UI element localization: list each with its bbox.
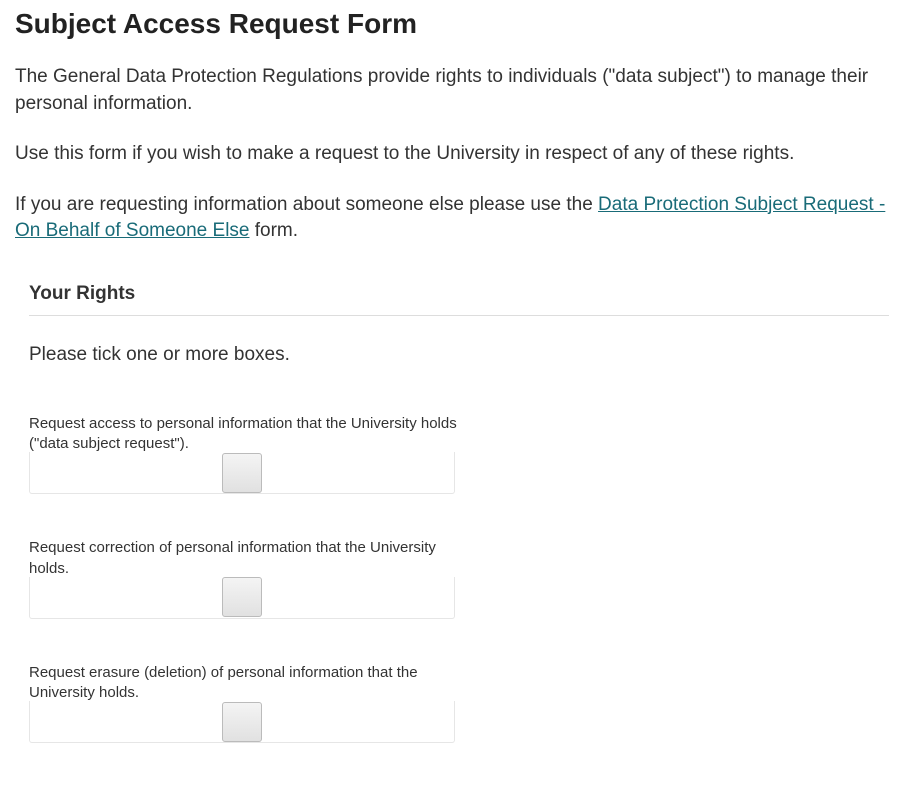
field-input-row <box>29 452 455 494</box>
field-input-row <box>29 701 455 743</box>
section-description: Please tick one or more boxes. <box>29 344 889 366</box>
checkbox-request-correction[interactable] <box>222 577 262 617</box>
field-label: Request erasure (deletion) of personal i… <box>29 663 469 704</box>
field-request-access: Request access to personal information t… <box>29 414 469 495</box>
intro-paragraph-1: The General Data Protection Regulations … <box>15 64 889 117</box>
field-label: Request access to personal information t… <box>29 414 469 455</box>
checkbox-request-access[interactable] <box>222 453 262 493</box>
intro-p3-prefix: If you are requesting information about … <box>15 194 598 215</box>
section-title: Your Rights <box>29 283 889 316</box>
intro-paragraph-2: Use this form if you wish to make a requ… <box>15 141 889 168</box>
your-rights-section: Your Rights Please tick one or more boxe… <box>15 283 889 744</box>
field-input-row <box>29 577 455 619</box>
field-request-correction: Request correction of personal informati… <box>29 538 469 619</box>
intro-paragraph-3: If you are requesting information about … <box>15 192 889 245</box>
page-title: Subject Access Request Form <box>15 8 889 40</box>
field-request-erasure: Request erasure (deletion) of personal i… <box>29 663 469 744</box>
intro-p3-suffix: form. <box>249 220 298 241</box>
field-label: Request correction of personal informati… <box>29 538 469 579</box>
